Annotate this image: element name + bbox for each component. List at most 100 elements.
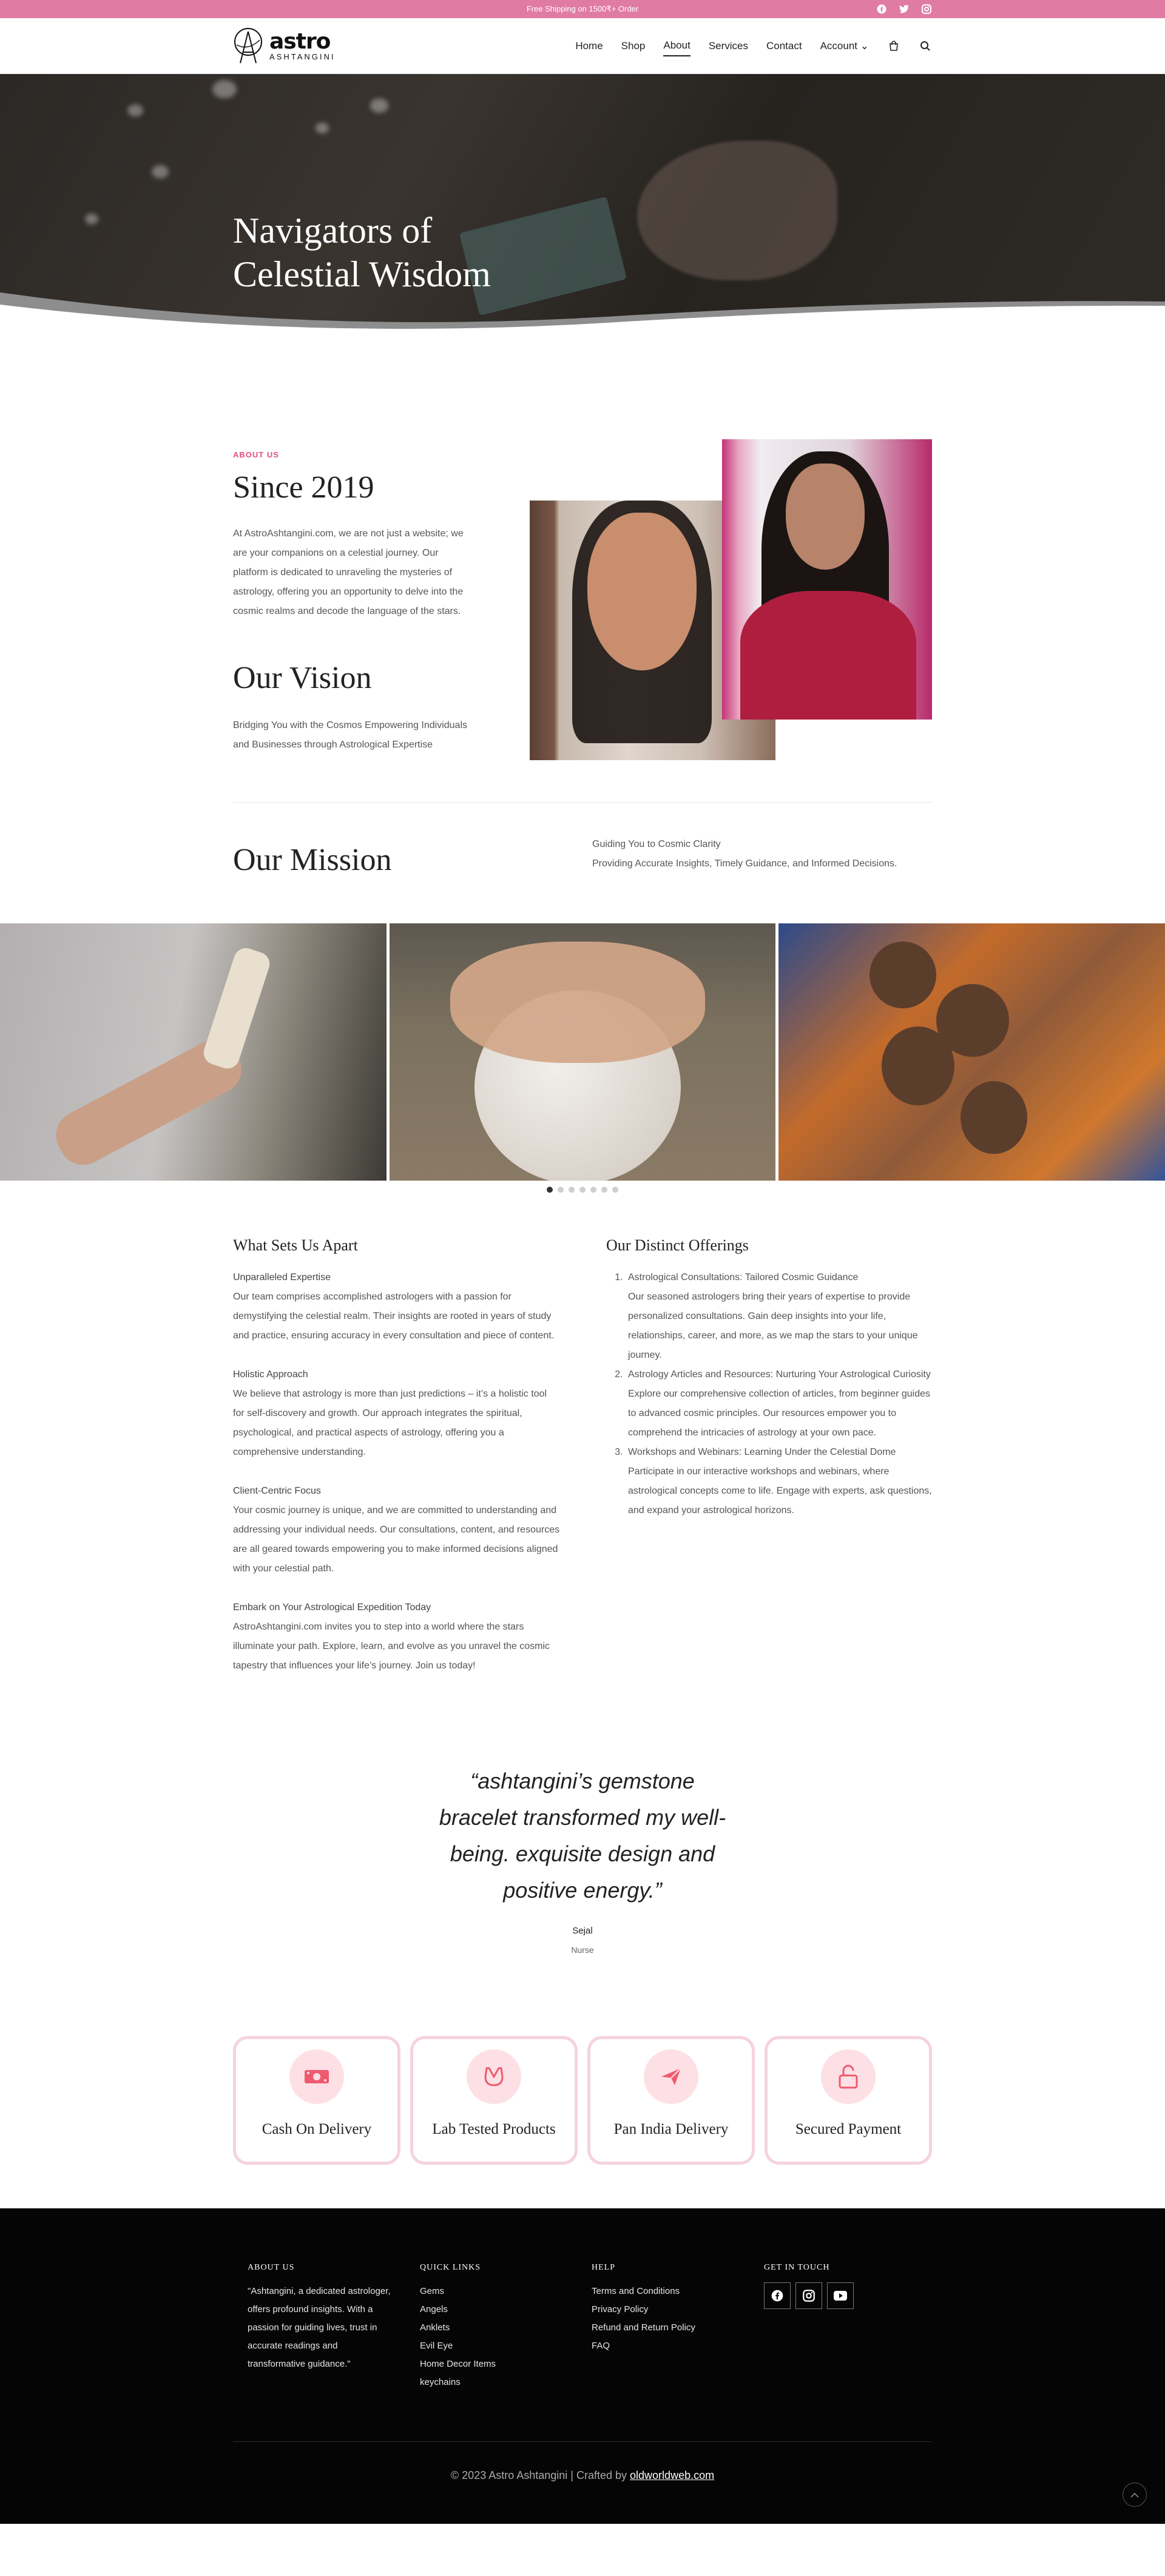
footer-link[interactable]: Angels <box>420 2301 496 2319</box>
paper-plane-icon <box>661 2068 681 2085</box>
photo-face <box>587 513 697 670</box>
cash-icon <box>305 2070 329 2083</box>
feature-label: Cash On Delivery <box>262 2121 372 2137</box>
footer-link[interactable]: Home Decor Items <box>420 2355 496 2373</box>
youtube-icon[interactable] <box>827 2282 854 2309</box>
hero-bokeh <box>152 165 169 178</box>
mission-line: Providing Accurate Insights, Timely Guid… <box>592 858 897 869</box>
footer-link[interactable]: Gems <box>420 2282 496 2301</box>
facebook-icon[interactable] <box>764 2282 791 2309</box>
nav-contact[interactable]: Contact <box>766 36 802 56</box>
offering-item: Astrology Articles and Resources: Nurtur… <box>626 1365 932 1443</box>
credit-link[interactable]: oldworldweb.com <box>630 2469 714 2481</box>
testimonial-quote: “ashtangini’s gemstone bracelet transfor… <box>439 1768 726 1903</box>
offering-title: Astrology Articles and Resources: Nurtur… <box>628 1369 931 1380</box>
photo-face <box>786 464 865 570</box>
slide-keychain <box>961 1081 1028 1154</box>
feature-card-lab: Lab Tested Products <box>410 2036 578 2165</box>
slide-keychain <box>882 1027 955 1105</box>
main-nav: Home Shop About Services Contact Account… <box>575 18 932 74</box>
carousel-dot[interactable] <box>558 1187 564 1193</box>
carousel-dot[interactable] <box>569 1187 575 1193</box>
distinct-offerings: Our Distinct Offerings Astrological Cons… <box>606 1236 932 1520</box>
footer-link[interactable]: Anklets <box>420 2319 496 2337</box>
facebook-icon[interactable] <box>876 4 886 14</box>
apart-block: Embark on Your Astrological Expedition T… <box>233 1598 561 1676</box>
lab-test-icon <box>484 2067 504 2086</box>
slide-hands <box>450 942 705 1063</box>
footer-quick-links: QUICK LINKS Gems Angels Anklets Evil Eye… <box>420 2263 496 2392</box>
offering-body: Explore our comprehensive collection of … <box>628 1389 931 1438</box>
announcement-text: Free Shipping on 1500₹+ Order <box>526 4 639 13</box>
topbar-socials <box>876 4 931 14</box>
footer-link[interactable]: Privacy Policy <box>592 2301 695 2319</box>
nav-home[interactable]: Home <box>575 36 603 56</box>
nav-services[interactable]: Services <box>709 36 748 56</box>
logo-name: astro <box>269 29 331 54</box>
carousel-dot[interactable] <box>612 1187 618 1193</box>
about-heading: Since 2019 <box>233 470 374 505</box>
site-footer: ABOUT US "Ashtangini, a dedicated astrol… <box>0 2208 1165 2524</box>
apart-block-title: Client-Centric Focus <box>233 1486 321 1496</box>
lock-icon <box>839 2065 858 2089</box>
footer-link[interactable]: Refund and Return Policy <box>592 2319 695 2337</box>
mission-heading: Our Mission <box>233 843 392 877</box>
footer-heading: ABOUT US <box>248 2263 295 2272</box>
carousel-dot[interactable] <box>579 1187 586 1193</box>
features-section: Cash On Delivery Lab Tested Products Pan… <box>0 2036 1165 2208</box>
feature-card-cod: Cash On Delivery <box>233 2036 400 2165</box>
about-section: ABOUT US Since 2019 At AstroAshtangini.c… <box>0 341 1165 808</box>
hero-bokeh <box>370 98 388 113</box>
hero-bokeh <box>212 80 237 98</box>
copyright: © 2023 Astro Ashtangini | Crafted by old… <box>0 2469 1165 2482</box>
about-body: At AstroAshtangini.com, we are not just … <box>233 528 464 616</box>
photo-garment <box>740 591 916 720</box>
apart-block-title: Embark on Your Astrological Expedition T… <box>233 1602 431 1613</box>
offerings-list: Astrological Consultations: Tailored Cos… <box>626 1268 932 1520</box>
offerings-heading: Our Distinct Offerings <box>606 1236 749 1254</box>
footer-heading: GET IN TOUCH <box>764 2263 830 2272</box>
section-divider <box>233 802 932 803</box>
nav-about[interactable]: About <box>663 36 691 56</box>
footer-link[interactable]: FAQ <box>592 2337 695 2355</box>
feature-card-secure: Secured Payment <box>765 2036 932 2165</box>
carousel-dot[interactable] <box>590 1187 596 1193</box>
footer-link[interactable]: Terms and Conditions <box>592 2282 695 2301</box>
mission-line: Guiding You to Cosmic Clarity <box>592 839 721 849</box>
search-icon[interactable] <box>919 39 932 53</box>
footer-socials <box>764 2282 854 2309</box>
carousel-dot[interactable] <box>547 1187 553 1193</box>
hero-hand <box>637 141 837 280</box>
vision-body: Bridging You with the Cosmos Empowering … <box>233 720 467 750</box>
instagram-icon[interactable] <box>795 2282 822 2309</box>
feature-icon-wrap <box>467 2049 521 2104</box>
image-carousel[interactable] <box>0 923 1165 1181</box>
footer-link[interactable]: Evil Eye <box>420 2337 496 2355</box>
site-header: astro ASHTANGINI Home Shop About Service… <box>0 18 1165 74</box>
apart-block: Unparalleled Expertise Our team comprises… <box>233 1268 561 1346</box>
logo-mark-icon <box>234 28 262 64</box>
apart-block: Holistic Approach We believe that astrolo… <box>233 1365 561 1462</box>
footer-divider <box>233 2441 932 2442</box>
footer-link[interactable]: keychains <box>420 2373 496 2392</box>
mission-section: Our Mission Guiding You to Cosmic Clarit… <box>0 808 1165 923</box>
carousel-slide <box>0 923 387 1181</box>
carousel-dot[interactable] <box>601 1187 607 1193</box>
nav-account[interactable]: Account ⌄ <box>820 36 869 56</box>
site-logo[interactable]: astro ASHTANGINI <box>233 27 336 66</box>
twitter-icon[interactable] <box>899 4 909 14</box>
apart-heading: What Sets Us Apart <box>233 1236 358 1254</box>
instagram-icon[interactable] <box>921 4 931 14</box>
apart-block-title: Unparalleled Expertise <box>233 1272 331 1283</box>
apart-block-body: We believe that astrology is more than j… <box>233 1389 547 1457</box>
hero-bokeh <box>85 214 98 224</box>
scroll-to-top-button[interactable] <box>1123 2483 1147 2507</box>
hero-bokeh <box>127 104 143 116</box>
cart-icon[interactable] <box>887 39 900 53</box>
apart-block-body: Your cosmic journey is unique, and we ar… <box>233 1505 560 1574</box>
chevron-up-icon <box>1130 2492 1139 2498</box>
what-sets-us-apart: What Sets Us Apart Unparalleled Expertis… <box>233 1236 561 1695</box>
footer-about-text: "Ashtangini, a dedicated astrologer, off… <box>248 2286 391 2369</box>
hero-title-line: Navigators of <box>233 211 433 251</box>
nav-shop[interactable]: Shop <box>621 36 646 56</box>
